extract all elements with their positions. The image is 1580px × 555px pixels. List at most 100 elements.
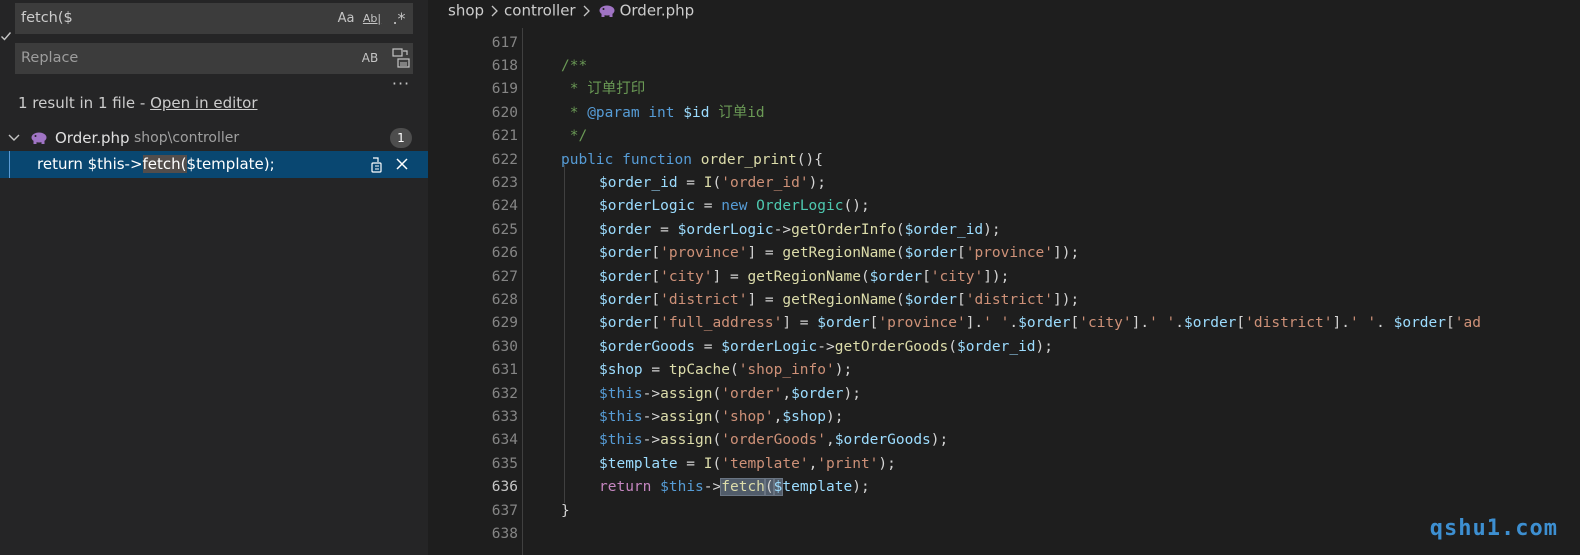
- code-text[interactable]: * 订单打印: [561, 78, 645, 102]
- preserve-case-toggle[interactable]: AB: [359, 48, 381, 69]
- code-token: ' ': [983, 315, 1010, 332]
- line-number: 638: [491, 525, 518, 542]
- code-line[interactable]: 627 $order['city'] = getRegionName($order…: [428, 266, 1580, 290]
- code-token: 'shop_info': [738, 362, 835, 379]
- match-case-toggle[interactable]: Aa: [335, 8, 357, 29]
- code-text[interactable]: $this->assign('shop',$shop);: [599, 406, 844, 430]
- code-token: (: [712, 408, 722, 425]
- code-text[interactable]: $order_id = I('order_id');: [599, 172, 826, 196]
- code-line[interactable]: 628 $order['district'] = getRegionName($o…: [428, 289, 1580, 313]
- more-actions-button[interactable]: ···: [390, 74, 412, 94]
- code-token: 'order_id': [721, 174, 809, 191]
- breadcrumb-item-shop[interactable]: shop: [448, 2, 484, 20]
- whole-word-toggle[interactable]: Ab|: [361, 8, 383, 29]
- code-line[interactable]: 634 $this->assign('orderGoods',$orderGood…: [428, 429, 1580, 453]
- code-line[interactable]: 624 $orderLogic = new OrderLogic();: [428, 195, 1580, 219]
- code-token: [: [1446, 315, 1455, 332]
- code-line[interactable]: 632 $this->assign('order',$order);: [428, 383, 1580, 407]
- code-area[interactable]: 617 618/** 619 * 订单打印 620 * @param int $id …: [428, 0, 1580, 555]
- code-token: getRegionName: [782, 291, 896, 308]
- code-line[interactable]: 629 $order['full_address'] = $order['prov…: [428, 312, 1580, 336]
- line-number: 630: [491, 338, 518, 355]
- replace-input[interactable]: Replace AB: [15, 43, 413, 74]
- line-number: 631: [491, 362, 518, 379]
- code-token: =: [695, 198, 722, 215]
- replace-icon[interactable]: [368, 156, 386, 174]
- result-match-text[interactable]: return $this->fetch($template);: [37, 151, 275, 178]
- code-line[interactable]: 619 * 订单打印: [428, 78, 1580, 102]
- close-icon[interactable]: [393, 155, 411, 173]
- code-text[interactable]: $orderGoods = $orderLogic->getOrderGoods…: [599, 336, 1053, 360]
- code-text[interactable]: }: [561, 500, 570, 524]
- search-input-value[interactable]: fetch($: [21, 3, 73, 34]
- code-line[interactable]: 618 /**: [428, 55, 1580, 79]
- regex-toggle[interactable]: .*: [389, 8, 409, 29]
- code-line[interactable]: 636 return $this->fetch($template);: [428, 476, 1580, 500]
- code-line[interactable]: 621 */: [428, 125, 1580, 149]
- code-line[interactable]: 635 $template = I('template','print');: [428, 453, 1580, 477]
- code-text[interactable]: $order['city'] = getRegionName($order['c…: [599, 266, 1009, 290]
- breadcrumb-item-file[interactable]: Order.php: [620, 2, 695, 20]
- breadcrumb-item-controller[interactable]: controller: [504, 2, 576, 20]
- code-text[interactable]: */: [561, 125, 587, 149]
- code-token: ]);: [1053, 245, 1080, 262]
- code-line[interactable]: 626 $order['province'] = getRegionName($o…: [428, 242, 1580, 266]
- code-line[interactable]: 631 $shop = tpCache('shop_info');: [428, 359, 1580, 383]
- chevron-down-icon[interactable]: [6, 129, 22, 145]
- result-file-row[interactable]: Order.php shop\controller 1: [0, 125, 428, 151]
- search-match-token: (: [763, 478, 775, 497]
- code-token: $order: [791, 385, 844, 402]
- code-text[interactable]: $this->assign('orderGoods',$orderGoods);: [599, 429, 948, 453]
- code-token: $order: [904, 245, 957, 262]
- open-in-editor-link[interactable]: Open in editor: [150, 94, 257, 112]
- code-token: 'shop': [721, 408, 774, 425]
- code-token: (: [860, 268, 870, 285]
- code-text[interactable]: $shop = tpCache('shop_info');: [599, 359, 852, 383]
- replace-all-icon[interactable]: [390, 46, 412, 70]
- code-token: =: [677, 455, 704, 472]
- code-line[interactable]: 617: [428, 32, 1580, 56]
- search-input[interactable]: fetch($ Aa Ab| .*: [15, 3, 413, 34]
- code-text[interactable]: $template = I('template','print');: [599, 453, 896, 477]
- code-token: tpCache: [668, 362, 730, 379]
- code-line[interactable]: 622 public function order_print(){: [428, 149, 1580, 173]
- code-token: getOrderInfo: [791, 221, 896, 238]
- result-match-row[interactable]: return $this->fetch($template);: [0, 151, 428, 178]
- replace-input-placeholder[interactable]: Replace: [21, 43, 78, 74]
- code-line[interactable]: 620 * @param int $id 订单id: [428, 102, 1580, 126]
- search-match-token: fetch: [720, 478, 766, 497]
- breadcrumb: shop controller Order.php: [448, 0, 694, 20]
- line-number: 620: [491, 104, 518, 121]
- code-text[interactable]: $order['full_address'] = $order['provinc…: [599, 312, 1481, 336]
- code-token: ] =: [712, 268, 748, 285]
- code-token: $orderLogic: [599, 198, 696, 215]
- code-text[interactable]: * @param int $id 订单id: [561, 102, 765, 126]
- code-token: 'print': [817, 455, 879, 472]
- code-text[interactable]: $order['province'] = getRegionName($orde…: [599, 242, 1079, 266]
- code-line[interactable]: 623 $order_id = I('order_id');: [428, 172, 1580, 196]
- code-text[interactable]: /**: [561, 55, 587, 79]
- code-line[interactable]: 633 $this->assign('shop',$shop);: [428, 406, 1580, 430]
- code-token: function: [622, 151, 692, 168]
- code-line[interactable]: 638: [428, 523, 1580, 547]
- code-token: */: [561, 128, 588, 145]
- code-text[interactable]: $order['district'] = getRegionName($orde…: [599, 289, 1079, 313]
- check-icon[interactable]: [0, 30, 12, 42]
- code-token: $this: [599, 385, 643, 402]
- code-token: 'ad: [1454, 315, 1481, 332]
- line-number: 633: [491, 408, 518, 425]
- code-line[interactable]: 625 $order = $orderLogic->getOrderInfo($o…: [428, 219, 1580, 243]
- code-text[interactable]: $this->assign('order',$order);: [599, 383, 861, 407]
- watermark: qshu1.com: [1429, 516, 1558, 541]
- code-text[interactable]: return $this->fetch($template);: [599, 476, 870, 500]
- code-text[interactable]: public function order_print(){: [561, 149, 823, 173]
- code-text[interactable]: $orderLogic = new OrderLogic();: [599, 195, 870, 219]
- code-text[interactable]: $order = $orderLogic->getOrderInfo($orde…: [599, 219, 1001, 243]
- code-token: 'district': [965, 291, 1054, 308]
- code-line[interactable]: 630 $orderGoods = $orderLogic->getOrderGo…: [428, 336, 1580, 360]
- code-token: 'full_address': [660, 315, 783, 332]
- code-line[interactable]: 637}: [428, 500, 1580, 524]
- code-editor[interactable]: 617 618/** 619 * 订单打印 620 * @param int $id …: [428, 0, 1580, 555]
